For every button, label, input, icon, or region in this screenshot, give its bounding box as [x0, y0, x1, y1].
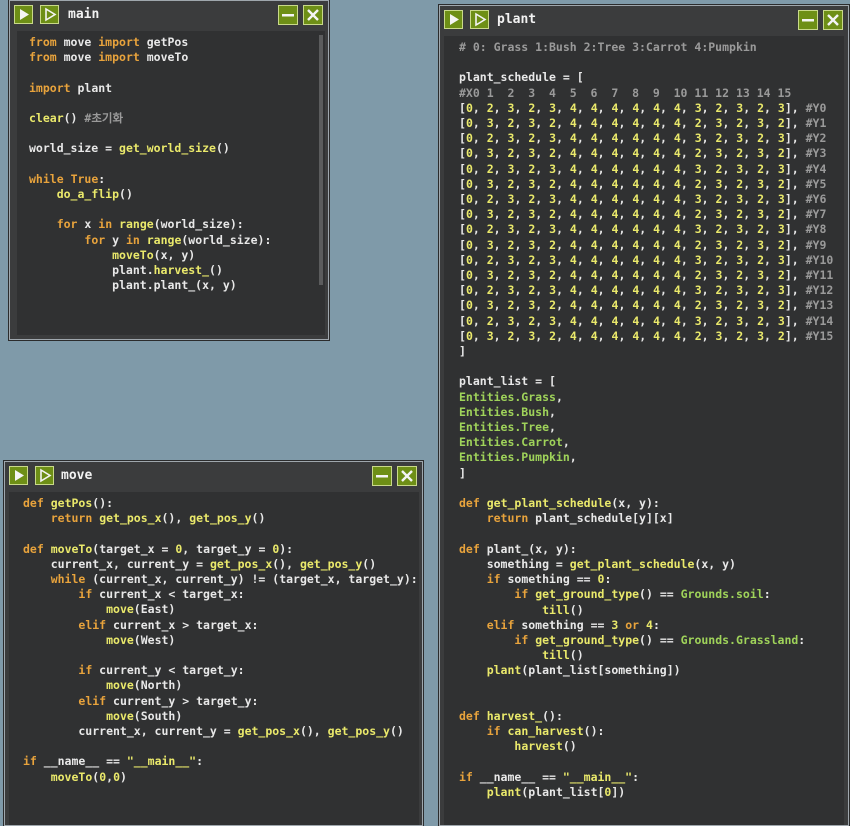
code-editor[interactable]: # 0: Grass 1:Bush 2:Tree 3:Carrot 4:Pump…: [444, 36, 844, 825]
step-button[interactable]: [470, 10, 489, 29]
minimize-icon: [802, 19, 814, 22]
scrollbar[interactable]: [319, 35, 323, 285]
play-solid-icon: [20, 9, 29, 20]
window-title: plant: [497, 12, 537, 27]
run-button[interactable]: [444, 10, 463, 29]
step-button[interactable]: [35, 466, 54, 485]
move-titlebar[interactable]: move: [5, 462, 422, 490]
minimize-button[interactable]: [798, 10, 818, 30]
play-solid-icon: [450, 14, 459, 25]
play-outline-icon: [45, 7, 57, 22]
code-editor[interactable]: def getPos(): return get_pos_x(), get_po…: [9, 492, 419, 825]
window-title: main: [68, 7, 100, 22]
window-title: move: [61, 468, 93, 483]
play-outline-icon: [475, 12, 487, 27]
code-text[interactable]: from move import getPos from move import…: [17, 31, 325, 293]
step-button[interactable]: [40, 5, 59, 24]
close-icon: [307, 9, 319, 21]
close-button[interactable]: [397, 466, 417, 486]
minimize-icon: [282, 14, 294, 17]
play-solid-icon: [15, 470, 24, 481]
plant-titlebar[interactable]: plant: [440, 6, 848, 34]
code-text[interactable]: def getPos(): return get_pos_x(), get_po…: [9, 492, 419, 785]
main-titlebar[interactable]: main: [10, 1, 328, 29]
move-window[interactable]: move def getPos(): return get_pos_x(), g…: [4, 461, 423, 826]
close-button[interactable]: [823, 10, 843, 30]
play-outline-icon: [40, 468, 52, 483]
close-button[interactable]: [303, 5, 323, 25]
close-icon: [401, 470, 413, 482]
code-editor[interactable]: from move import getPos from move import…: [17, 31, 325, 335]
code-text[interactable]: # 0: Grass 1:Bush 2:Tree 3:Carrot 4:Pump…: [444, 36, 844, 800]
minimize-button[interactable]: [372, 466, 392, 486]
close-icon: [827, 14, 839, 26]
minimize-icon: [376, 475, 388, 478]
plant-window[interactable]: plant # 0: Grass 1:Bush 2:Tree 3:Carrot …: [439, 5, 849, 826]
run-button[interactable]: [9, 466, 28, 485]
run-button[interactable]: [14, 5, 33, 24]
minimize-button[interactable]: [278, 5, 298, 25]
main-window[interactable]: main from move import getPos from move i…: [9, 0, 329, 340]
